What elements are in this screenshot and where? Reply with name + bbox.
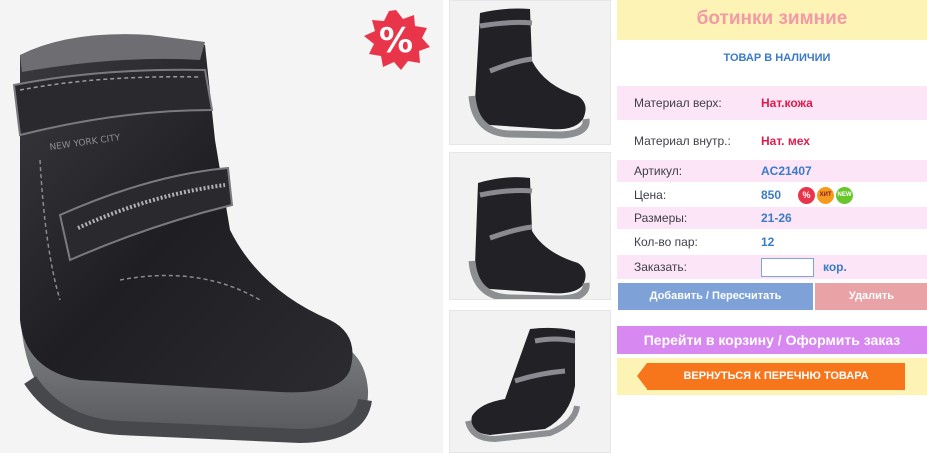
thumbnail-2[interactable] — [449, 152, 611, 300]
spec-value: AC21407 — [761, 164, 812, 178]
spec-value: Нат.кожа — [761, 96, 813, 110]
boot-thumbnail-icon — [468, 177, 590, 299]
spec-label: Материал внутр.: — [634, 134, 731, 148]
spec-label: Заказать: — [634, 260, 687, 274]
spec-row-order: Заказать: кор. — [617, 255, 927, 279]
spec-row-material-top: Материал верх: Нат.кожа — [617, 86, 927, 120]
thumbnail-1[interactable] — [449, 0, 611, 145]
boot-thumbnail-icon — [465, 327, 580, 443]
back-to-list-button[interactable]: ВЕРНУТЬСЯ К ПЕРЕЧНЮ ТОВАРА — [637, 363, 905, 390]
sale-icon: % — [798, 187, 815, 204]
spec-row-article: Артикул: AC21407 — [617, 160, 927, 182]
spec-value: 21-26 — [761, 211, 792, 225]
spec-row-material-in: Материал внутр.: Нат. мех — [617, 124, 927, 158]
delete-button[interactable]: Удалить — [815, 283, 927, 310]
spec-value: 12 — [761, 235, 775, 249]
product-page: NEW YORK CITY % ботинки зимние ТОВАР В Н… — [0, 0, 927, 453]
main-product-image[interactable]: NEW YORK CITY % — [0, 0, 443, 453]
spec-label: Материал верх: — [634, 96, 722, 110]
spec-value: Нат. мех — [761, 134, 810, 148]
price-value: 850 — [761, 188, 782, 202]
add-recalculate-button[interactable]: Добавить / Пересчитать — [618, 283, 813, 310]
spec-label: Артикул: — [634, 164, 683, 178]
new-icon: NEW — [836, 187, 853, 204]
back-button-container: ВЕРНУТЬСЯ К ПЕРЕЧНЮ ТОВАРА — [617, 358, 927, 395]
product-title: ботинки зимние — [617, 0, 927, 40]
go-to-cart-button[interactable]: Перейти в корзину / Оформить заказ — [617, 326, 927, 354]
spec-label: Размеры: — [634, 211, 688, 225]
thumbnail-3[interactable] — [449, 310, 611, 453]
thumbnail-strip — [443, 0, 617, 453]
order-quantity-input[interactable] — [761, 258, 814, 277]
availability-status: ТОВАР В НАЛИЧИИ — [723, 52, 831, 64]
boot-thumbnail-icon — [468, 8, 590, 139]
spec-row-sizes: Размеры: 21-26 — [617, 207, 927, 229]
sale-badge-label: % — [378, 21, 414, 61]
order-unit-label: кор. — [823, 260, 847, 274]
hit-icon: ХИТ — [817, 187, 834, 204]
sale-badge: % — [360, 10, 432, 70]
spec-label: Цена: — [634, 188, 667, 202]
spec-row-price: Цена: 850 % ХИТ NEW — [617, 184, 927, 206]
spec-row-pairs: Кол-во пар: 12 — [617, 231, 927, 253]
spec-label: Кол-во пар: — [634, 235, 698, 249]
product-info-panel: ботинки зимние ТОВАР В НАЛИЧИИ Материал … — [617, 0, 927, 453]
